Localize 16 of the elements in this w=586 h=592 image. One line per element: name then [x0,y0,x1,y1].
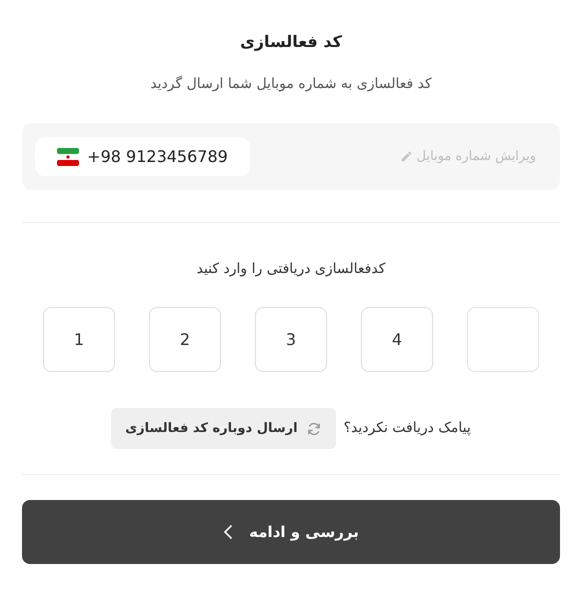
code-digit-field[interactable]: 2 [149,307,221,372]
resend-code-button[interactable]: ارسال دوباره کد فعالسازی [111,408,336,449]
pencil-icon [400,150,413,163]
subtitle: کد فعالسازی به شماره موبایل شما ارسال گردید [150,76,432,92]
phone-number: +98 9123456789 [87,146,228,168]
page-title: کد فعالسازی [240,32,342,51]
code-digit-field[interactable] [467,307,539,372]
flag-icon [57,148,80,166]
submit-button[interactable]: بررسی و ادامه [22,500,560,564]
refresh-icon [306,420,322,436]
chevron-left-icon [223,524,234,540]
code-digit-field[interactable]: 1 [43,307,115,372]
not-received-text: پیامک دریافت نکردید؟ [344,419,471,438]
code-prompt: کدفعالسازی دریافتی را وارد کنید [196,261,386,277]
code-digit-field[interactable]: 4 [361,307,433,372]
code-digit-field[interactable]: 3 [255,307,327,372]
